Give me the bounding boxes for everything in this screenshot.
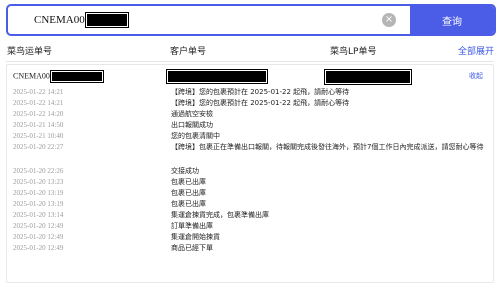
tracking-event: 2025-01-20 13:19 包裹已出庫 [7,199,493,210]
tracking-event: 2025-01-21 14:50 出口報關成功 [7,120,493,131]
event-description: 交接成功 [171,167,199,175]
event-description: 集運倉開始揀貨 [171,233,220,241]
tracking-event: 2025-01-22 14:21 【跨境】您的包裹預計在 2025-01-22 起… [7,98,493,109]
tracking-events: 2025-01-22 14:21 【跨境】您的包裹預計在 2025-01-22 起… [7,87,493,254]
event-time: 2025-01-22 14:21 [13,88,64,96]
header-lp-order: 菜鸟LP单号 [330,47,377,57]
event-time: 2025-01-20 13:19 [13,200,64,208]
event-time: 2025-01-20 22:27 [13,143,64,151]
event-description: 訂單準備出庫 [171,222,213,230]
event-time: 2025-01-22 14:20 [13,110,64,118]
header-customer-order: 客户单号 [170,47,207,57]
event-time: 2025-01-22 14:21 [13,99,64,107]
event-time: 2025-01-20 22:26 [13,167,64,175]
tracking-event: 2025-01-21 10:40 您的包裹清關中 [7,131,493,142]
redacted-block [49,70,104,83]
event-description: 包裹已出庫 [171,200,206,208]
collapse-link[interactable]: 收起 [469,71,483,81]
clear-icon[interactable]: × [382,13,396,27]
tracking-event: 2025-01-20 13:19 包裹已出庫 [7,188,493,199]
event-time: 2025-01-20 12:49 [13,244,64,252]
table-header: 菜鸟运单号 客户单号 菜鸟LP单号 全部展开 [0,44,500,58]
search-bar: CNEMA00 × 查询 [6,4,496,36]
event-description: 您的包裹清關中 [171,132,220,140]
event-time: 2025-01-21 14:50 [13,121,64,129]
tracking-event: 2025-01-20 13:14 集運倉揀貨完成，包裹準備出庫 [7,210,493,221]
event-description: 【跨境】您的包裹預計在 2025-01-22 起飛，請耐心等待 [171,99,350,107]
search-query-text: CNEMA00 [34,14,85,26]
event-description: 商品已經下單 [171,244,213,252]
redacted-customer-order [166,69,268,84]
event-description: 出口報關成功 [171,121,213,129]
event-time: 2025-01-20 12:49 [13,233,64,241]
event-description: 通過航空安檢 [171,110,213,118]
header-cainiao-waybill: 菜鸟运单号 [7,47,53,57]
expand-all-link[interactable]: 全部展开 [458,44,494,57]
tracking-event: 2025-01-20 12:49 商品已經下單 [7,243,493,254]
shipment-summary: CNEMA00 收起 [7,65,493,87]
tracking-event: 2025-01-20 12:49 訂單準備出庫 [7,221,493,232]
event-time: 2025-01-20 12:49 [13,222,64,230]
event-description: 集運倉揀貨完成，包裹準備出庫 [171,211,269,219]
divider [6,61,494,62]
tracking-event: 2025-01-22 14:20 通過航空安檢 [7,109,493,120]
waybill-number: CNEMA00 [13,70,104,83]
shipment-card: CNEMA00 收起 2025-01-22 14:21 【跨境】您的包裹預計在 2… [6,64,494,283]
event-time: 2025-01-20 13:14 [13,211,64,219]
event-time: 2025-01-20 13:19 [13,189,64,197]
event-time: 2025-01-20 13:23 [13,178,64,186]
event-time: 2025-01-21 10:40 [13,132,64,140]
tracking-event: 2025-01-20 22:27 【跨境】包裹正在準備出口報關，待報關完成後發往海… [7,142,493,166]
tracking-event: 2025-01-22 14:21 【跨境】您的包裹預計在 2025-01-22 起… [7,87,493,98]
tracking-event: 2025-01-20 12:49 集運倉開始揀貨 [7,232,493,243]
event-description: 包裹已出庫 [171,178,206,186]
tracking-event: 2025-01-20 13:23 包裹已出庫 [7,177,493,188]
event-description: 【跨境】您的包裹預計在 2025-01-22 起飛，請耐心等待 [171,88,350,96]
redacted-block [84,12,129,28]
search-input[interactable]: CNEMA00 × [8,6,410,34]
event-description: 包裹已出庫 [171,189,206,197]
redacted-lp-order [324,69,412,85]
event-description: 【跨境】包裹正在準備出口報關，待報關完成後發往海外，預計7個工作日內完成派送，請… [171,143,484,151]
tracking-event: 2025-01-20 22:26 交接成功 [7,166,493,177]
search-button[interactable]: 查询 [410,6,494,34]
